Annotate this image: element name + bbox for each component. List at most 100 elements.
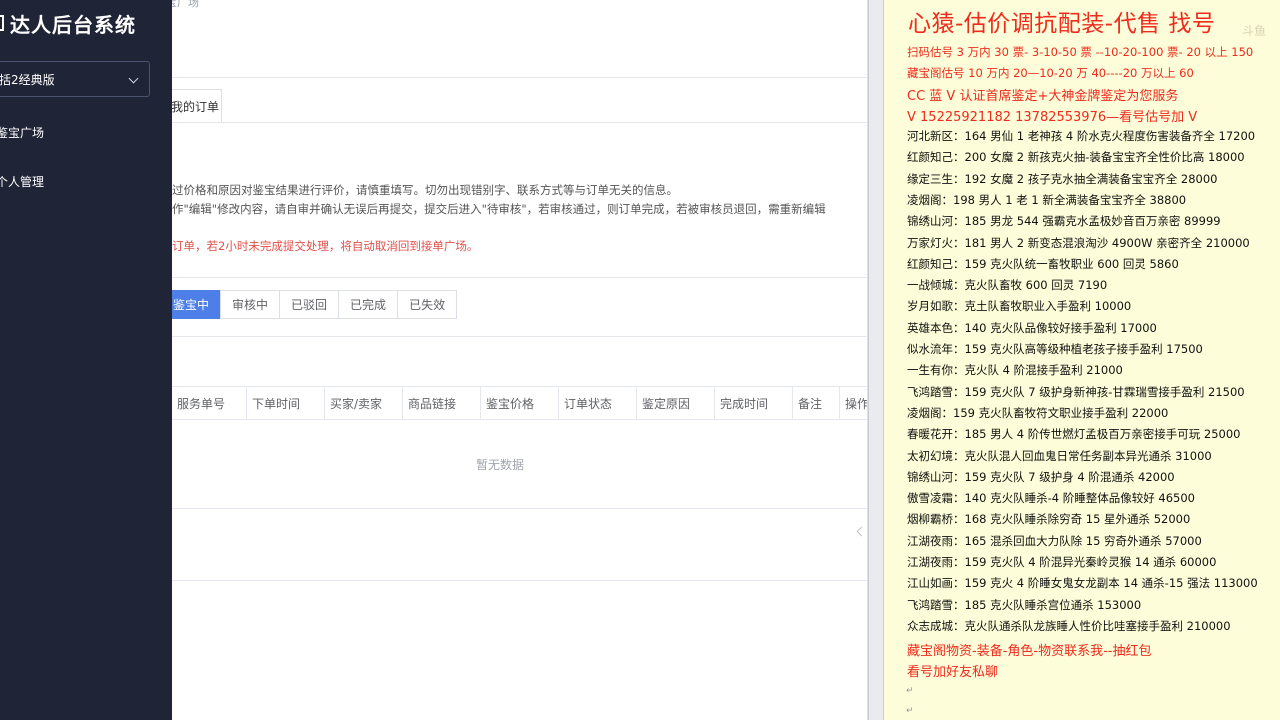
- brand-title: 达人后台系统: [10, 12, 136, 37]
- header-line: 藏宝阁估号 10 万内 20—10-20 万 40----20 万以上 60: [907, 66, 1194, 80]
- listing-item: 英雄本色：140 克火队品像较好接手盈利 17000: [907, 320, 1157, 336]
- chevron-left-icon[interactable]: [856, 526, 867, 537]
- table-header: 服务单号 下单时间 买家/卖家 商品链接 鉴宝价格 订单状态 鉴定原因 完成时间…: [172, 386, 867, 420]
- listing-item: 红颜知己：159 克火队统一畜牧职业 600 回灵 5860: [907, 256, 1179, 272]
- divider: [172, 336, 867, 337]
- panel-title: 心猿-估价调抗配装-代售 找号: [908, 11, 1216, 37]
- listing-text: 红颜知己：200 女魔 2 新孩克火抽-装备宝宝齐全性价比高 18000: [907, 150, 1245, 165]
- listing-text: 太初幻境：克火队混人回血鬼日常任务副本异光通杀 31000: [907, 448, 1212, 463]
- status-tab-completed[interactable]: 已完成: [338, 290, 399, 319]
- tab-underline: [172, 122, 867, 123]
- listing-item: 飞鸿踏雪：159 克火队 7 级护身新神孩-甘霖瑞雪接手盈利 21500: [907, 384, 1245, 400]
- sidebar-item-appraisal-plaza[interactable]: 鉴宝广场: [0, 124, 44, 141]
- listing-item: 一战倾城：克火队畜牧 600 回灵 7190: [907, 277, 1107, 293]
- listing-item: 锦绣山河：185 男龙 544 强霸克水孟极妙音百万亲密 89999: [907, 213, 1221, 229]
- listing-item: 似水流年：159 克火队高等级种植老孩子接手盈利 17500: [907, 341, 1203, 357]
- listing-item: 江湖夜雨：159 克火队 4 阶混异光秦岭灵猴 14 通杀 60000: [907, 554, 1216, 570]
- listing-text: 河北新区：164 男仙 1 老神孩 4 阶水克火程度伤害装备齐全 17200: [907, 129, 1256, 143]
- listing-text: 缘定三生：192 女魔 2 孩子克水抽全满装备宝宝齐全 28000: [907, 171, 1218, 186]
- listing-item: 缘定三生：192 女魔 2 孩子克水抽全满装备宝宝齐全 28000: [907, 171, 1217, 187]
- version-select[interactable]: 括2经典版: [0, 61, 150, 97]
- status-tab-reviewing[interactable]: 审核中: [220, 290, 281, 319]
- status-tab-appraising[interactable]: 鉴宝中: [172, 290, 222, 319]
- listing-item: 江山如画：159 克火 4 阶睡女鬼女龙副本 14 通杀-15 强法 11300…: [907, 575, 1258, 591]
- listing-text: 万家灯火：181 男人 2 新变态混浪淘沙 4900W 亲密齐全 210000: [907, 235, 1250, 250]
- instruction-warning: 订单，若2小时未完成提交处理，将自动取消回到接单广场。: [172, 239, 479, 253]
- listing-text: 飞鸿踏雪：159 克火队 7 级护身新神孩-甘霖瑞雪接手盈利 21500: [907, 384, 1245, 399]
- listing-text: 岁月如歌：克土队畜牧职业入手盈利 10000: [907, 299, 1132, 314]
- info-panel: 心猿-估价调抗配装-代售 找号 斗鱼 扫码估号 3 万内 30 票- 3-10-…: [884, 0, 1280, 720]
- watermark: 斗鱼: [1241, 24, 1266, 38]
- listing-item: 一生有你：克火队 4 阶混接手盈利 21000: [907, 362, 1123, 378]
- listing-item: 河北新区：164 男仙 1 老神孩 4 阶水克火程度伤害装备齐全 17200: [907, 128, 1255, 144]
- listing-item: 岁月如歌：克土队畜牧职业入手盈利 10000: [907, 298, 1131, 314]
- column-header: 操作: [840, 387, 867, 419]
- listing-text: 英雄本色：140 克火队品像较好接手盈利 17000: [907, 320, 1157, 335]
- sidebar: 达人后台系统 括2经典版 鉴宝广场 个人管理: [0, 0, 172, 720]
- listing-item: 万家灯火：181 男人 2 新变态混浪淘沙 4900W 亲密齐全 210000: [907, 235, 1250, 251]
- listing-item: 众志成城：克火队通杀队龙族睡人性价比哇塞接手盈利 210000: [907, 618, 1231, 634]
- listing-item: 烟柳霸桥：168 克火队睡杀除穷奇 15 星外通杀 52000: [907, 511, 1190, 527]
- listing-item: 凌烟阁：198 男人 1 老 1 新全满装备宝宝齐全 38800: [907, 192, 1186, 208]
- breadcrumb[interactable]: 宝广场: [172, 0, 199, 10]
- header-line: CC 蓝 V 认证首席鉴定+大神金牌鉴定为您服务: [907, 89, 1179, 104]
- listing-text: 凌烟阁：198 男人 1 老 1 新全满装备宝宝齐全 38800: [907, 192, 1187, 207]
- listing-item: 凌烟阁：159 克火队畜牧符文职业接手盈利 22000: [907, 405, 1168, 421]
- sidebar-item-personal[interactable]: 个人管理: [0, 173, 44, 190]
- tab-my-orders[interactable]: 我的订单: [172, 89, 222, 123]
- column-header: 商品链接: [403, 387, 481, 419]
- paragraph-mark-icon: ↵: [906, 706, 914, 716]
- listing-text: 凌烟阁：159 克火队畜牧符文职业接手盈利 22000: [907, 405, 1169, 420]
- column-header: 服务单号: [172, 387, 247, 419]
- empty-state: 暂无数据: [475, 458, 524, 472]
- header-line: V 15225921182 13782553976—看号估号加 V: [907, 110, 1198, 125]
- logo-icon: [0, 15, 4, 31]
- screen: 达人后台系统 括2经典版 鉴宝广场 个人管理 宝广场 我的订单 过价格和原因对鉴…: [0, 0, 1280, 720]
- listing-item: 春暖花开：185 男人 4 阶传世燃灯孟极百万亲密接手可玩 25000: [907, 426, 1240, 442]
- listing-item: 红颜知己：200 女魔 2 新孩克火抽-装备宝宝齐全性价比高 18000: [907, 149, 1245, 165]
- column-header: 鉴定原因: [637, 387, 715, 419]
- column-header: 鉴宝价格: [481, 387, 559, 419]
- listing-item: 锦绣山河：159 克火队 7 级护身 4 阶混通杀 42000: [907, 469, 1175, 485]
- listing-item: 傲雪凌霜：140 克火队睡杀-4 阶睡整体品像较好 46500: [907, 490, 1195, 506]
- listing-text: 飞鸿踏雪：185 克火队睡杀宫位通杀 153000: [907, 597, 1142, 612]
- listing-text: 江湖夜雨：165 混杀回血大力队除 15 穷奇外通杀 57000: [907, 533, 1202, 548]
- listing-text: 一生有你：克火队 4 阶混接手盈利 21000: [907, 363, 1123, 378]
- divider: [172, 580, 867, 581]
- listing-text: 锦绣山河：185 男龙 544 强霸克水孟极妙音百万亲密 89999: [907, 214, 1221, 229]
- listing-text: 红颜知己：159 克火队统一畜牧职业 600 回灵 5860: [907, 256, 1179, 271]
- instruction-line: 过价格和原因对鉴宝结果进行评价，请慎重填写。切勿出现错别字、联系方式等与订单无关…: [172, 183, 678, 197]
- listing-text: 烟柳霸桥：168 克火队睡杀除穷奇 15 星外通杀 52000: [907, 512, 1191, 527]
- divider: [172, 277, 867, 278]
- listing-text: 江山如画：159 克火 4 阶睡女鬼女龙副本 14 通杀-15 强法 11300…: [907, 576, 1258, 591]
- instructions: 过价格和原因对鉴宝结果进行评价，请慎重填写。切勿出现错别字、联系方式等与订单无关…: [172, 181, 867, 256]
- listing-text: 一战倾城：克火队畜牧 600 回灵 7190: [907, 278, 1108, 293]
- listing-text: 春暖花开：185 男人 4 阶传世燃灯孟极百万亲密接手可玩 25000: [907, 427, 1241, 442]
- listing-item: 江湖夜雨：165 混杀回血大力队除 15 穷奇外通杀 57000: [907, 533, 1202, 549]
- orders-table: 服务单号 下单时间 买家/卖家 商品链接 鉴宝价格 订单状态 鉴定原因 完成时间…: [172, 386, 867, 420]
- version-select-value: 括2经典版: [0, 72, 55, 87]
- listing-text: 江湖夜雨：159 克火队 4 阶混异光秦岭灵猴 14 通杀 60000: [907, 555, 1217, 569]
- column-header: 买家/卖家: [325, 387, 403, 419]
- brand: 达人后台系统: [0, 8, 136, 38]
- footer-line: 藏宝阁物资-装备-角色-物资联系我--抽红包: [907, 644, 1152, 659]
- window-divider[interactable]: [868, 0, 884, 720]
- column-header: 订单状态: [559, 387, 637, 419]
- listing-text: 似水流年：159 克火队高等级种植老孩子接手盈利 17500: [907, 342, 1203, 356]
- listing-text: 众志成城：克火队通杀队龙族睡人性价比哇塞接手盈利 210000: [907, 618, 1231, 633]
- column-header: 下单时间: [247, 387, 325, 419]
- instruction-line: 作"编辑"修改内容，请自审并确认无误后再提交，提交后进入"待审核"，若审核通过，…: [172, 202, 826, 216]
- listing-text: 锦绣山河：159 克火队 7 级护身 4 阶混通杀 42000: [907, 469, 1175, 484]
- divider: [172, 77, 867, 78]
- status-filter: 鉴宝中 审核中 已驳回 已完成 已失效: [172, 290, 458, 319]
- divider: [172, 508, 867, 509]
- column-header: 完成时间: [715, 387, 793, 419]
- listing-item: 飞鸿踏雪：185 克火队睡杀宫位通杀 153000: [907, 597, 1141, 613]
- listing-text: 傲雪凌霜：140 克火队睡杀-4 阶睡整体品像较好 46500: [907, 491, 1195, 506]
- footer-line: 看号加好友私聊: [907, 665, 999, 680]
- main-content: 宝广场 我的订单 过价格和原因对鉴宝结果进行评价，请慎重填写。切勿出现错别字、联…: [172, 0, 868, 720]
- listing-item: 太初幻境：克火队混人回血鬼日常任务副本异光通杀 31000: [907, 448, 1212, 464]
- status-tab-expired[interactable]: 已失效: [397, 290, 458, 319]
- status-tab-rejected[interactable]: 已驳回: [279, 290, 340, 319]
- chevron-down-icon: [128, 73, 139, 84]
